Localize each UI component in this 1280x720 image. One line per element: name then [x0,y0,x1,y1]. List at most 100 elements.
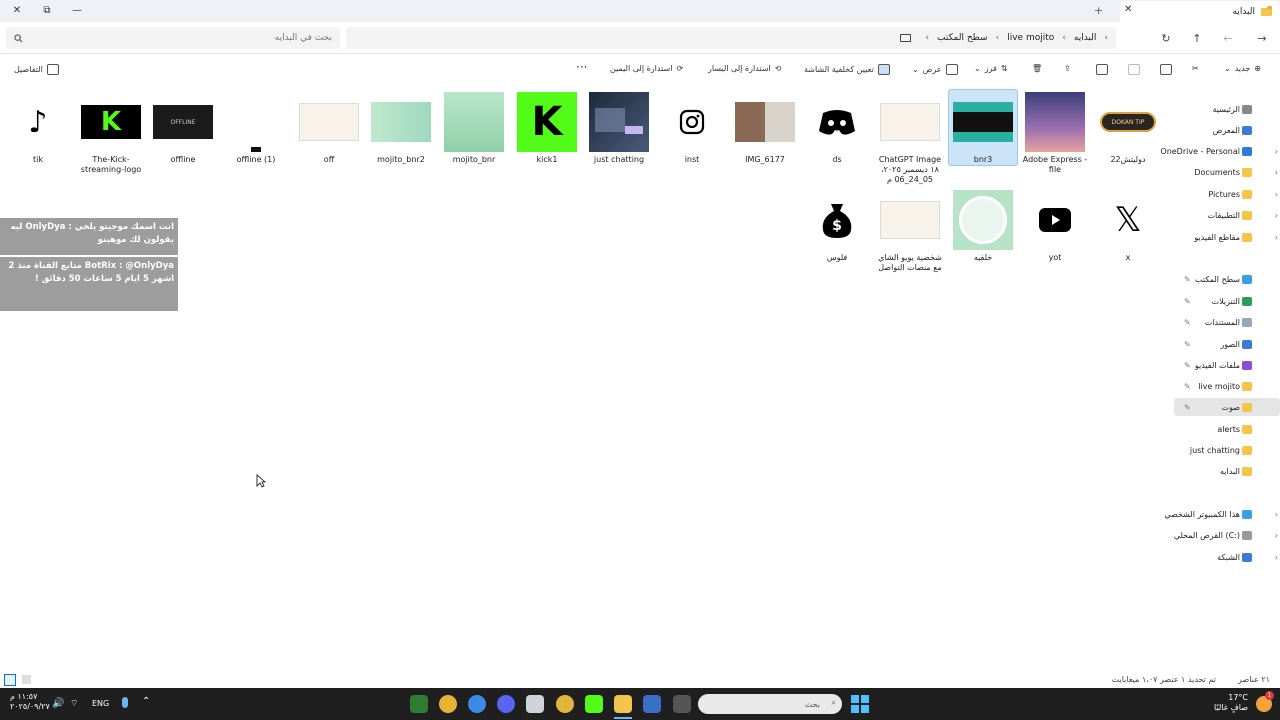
file-item[interactable]: IMG_6177 [730,92,800,165]
file-item[interactable]: 𝕏 x [1093,190,1163,263]
rotate-left-button[interactable]: استدارة إلى اليسار ⟲ [708,64,781,73]
file-item[interactable]: inst [657,92,727,165]
sidebar-item[interactable]: البدايه [1174,462,1280,480]
chevron-up-icon[interactable]: ⌃ [142,696,150,707]
sidebar-item[interactable]: الشبكة › [1174,548,1280,566]
back-button[interactable]: → [1250,28,1274,48]
delete-button[interactable]: 🗑 [1032,64,1042,73]
language-indicator[interactable]: ENG [92,699,109,708]
weather-widget[interactable]: 17°C صافٍ غالبًا [1214,693,1248,713]
chevron-right-icon[interactable]: › [1275,233,1278,242]
chrome-alt-icon[interactable] [556,695,574,713]
start-icon[interactable] [851,695,869,713]
chrome-icon[interactable] [439,695,457,713]
file-item[interactable]: Adobe Express - file [1020,92,1090,175]
tab-home[interactable]: البدايه [1120,1,1280,22]
sidebar-item[interactable]: التنزيلات ✎ [1174,292,1280,310]
file-item[interactable]: off [294,92,364,165]
kick-app-icon[interactable] [585,695,603,713]
up-button[interactable]: ↑ [1185,28,1209,48]
sidebar-item[interactable]: مقاطع الفيديو › [1174,228,1280,246]
new-button[interactable]: ⌄ جديد ⊕ [1224,64,1261,73]
file-item[interactable]: OFFLINE offline [148,92,218,165]
sidebar-item[interactable]: OneDrive - Personal › [1160,142,1280,160]
taskbar-search-input[interactable]: بحث [805,700,820,709]
chrome-profile-icon[interactable] [468,695,486,713]
speaker-icon[interactable]: 🔊 [52,698,64,709]
sidebar-item[interactable]: التطبيقات › [1174,206,1280,224]
sort-button[interactable]: ⌄ فرز ⇅ [974,64,1008,73]
sidebar-item[interactable]: هذا الكمبيوتر الشخصي › [1164,505,1280,523]
file-item[interactable]: ♪ tik [3,92,73,165]
restore-window-button[interactable]: ⧉ [32,0,62,20]
chevron-right-icon[interactable]: › [1275,147,1278,156]
xbox-icon[interactable] [410,695,428,713]
clock[interactable]: ١١:٥٧ م ٢٠٢٥/٠٩/٢٧ [10,692,50,712]
file-item[interactable]: $ فلوس [802,190,872,263]
taskbar-search[interactable]: بحث ⌕ [698,694,842,714]
breadcrumb-current[interactable]: البدايه [1074,33,1097,43]
file-explorer-icon[interactable] [614,695,632,713]
file-item[interactable]: شخصية يويو الشاي مع منصات التواصل [875,190,945,273]
sidebar-item[interactable]: المعرض [1174,121,1280,139]
sidebar-item[interactable]: صوت ✎ [1174,398,1280,416]
chevron-right-icon[interactable]: › [1275,510,1278,519]
minimize-window-button[interactable]: — [62,0,92,20]
sidebar-item[interactable]: live mojito ✎ [1174,377,1280,395]
file-item[interactable]: DOKAN TIP 22دوليتش [1093,92,1163,165]
file-item[interactable]: خلفيه [948,190,1018,263]
file-item[interactable]: offline (1) [221,92,291,165]
store-icon[interactable] [643,695,661,713]
sidebar-item[interactable]: alerts [1174,420,1280,438]
breadcrumb-desktop[interactable]: سطح المكتب [937,33,988,43]
sidebar-item[interactable]: الرئيسية [1174,100,1280,118]
sidebar-item[interactable]: just chatting [1174,441,1280,459]
chevron-right-icon[interactable]: › [1275,168,1278,177]
paste-button[interactable] [1128,64,1140,75]
new-tab-button[interactable]: + [1094,4,1103,17]
discord-app-icon[interactable] [497,695,515,713]
sidebar-item[interactable]: القرص المحلي (C:) › [1174,526,1280,544]
set-wallpaper-button[interactable]: تعيين كخلفية الشاشة [804,64,890,75]
breadcrumb-live-mojito[interactable]: live mojito [1007,33,1054,43]
close-window-button[interactable]: ✕ [2,0,32,20]
file-item[interactable]: just chatting [584,92,654,165]
address-bar[interactable]: › البدايه › live mojito › سطح المكتب › [346,27,1116,49]
sidebar-item[interactable]: Documents › [1174,163,1280,181]
file-item[interactable]: mojito_bnr [439,92,509,165]
chevron-right-icon[interactable]: › [1275,211,1278,220]
copy-button[interactable] [1160,64,1172,75]
file-item[interactable]: K The-Kick-streaming-logo [76,92,146,175]
details-view-toggle[interactable] [4,674,16,686]
view-button[interactable]: ⌄ عرض [912,64,958,75]
wifi-icon[interactable]: ⌔ [70,698,78,709]
rename-button[interactable] [1096,64,1108,75]
chevron-right-icon[interactable]: › [1275,531,1278,540]
sidebar-item[interactable]: المستندات ✎ [1174,313,1280,331]
chevron-right-icon[interactable]: › [1275,190,1278,199]
sidebar-item[interactable]: الصور ✎ [1174,335,1280,353]
search-input[interactable]: بحث في البدايه [275,33,332,43]
file-item[interactable]: mojito_bnr2 [366,92,436,165]
file-item[interactable]: ChatGPT Image ١٨ ديسمبر ٢٠٢٥، 05_24_06 م [875,92,945,185]
pen-app-icon[interactable] [526,695,544,713]
share-button[interactable]: ⇪ [1064,64,1071,73]
rotate-right-button[interactable]: استدارة إلى اليمين ⟳ [610,64,683,73]
forward-button[interactable]: ← [1216,28,1240,48]
file-item[interactable]: K kick1 [512,92,582,165]
sidebar-item[interactable]: سطح المكتب ✎ [1174,270,1280,288]
search-box[interactable]: بحث في البدايه [6,27,340,49]
task-view-icon[interactable] [673,695,691,713]
tiles-view-toggle[interactable] [22,675,31,684]
sidebar-item[interactable]: ملفات الفيديو ✎ [1174,356,1280,374]
details-button[interactable]: التفاصيل [14,64,59,75]
sidebar-item[interactable]: Pictures › [1174,185,1280,203]
cut-button[interactable]: ✂ [1192,64,1199,73]
refresh-button[interactable]: ↻ [1154,28,1178,48]
more-button[interactable]: ··· [576,60,587,74]
file-item[interactable]: ds [802,92,872,165]
microphone-icon[interactable] [122,697,128,708]
file-item[interactable]: yot [1020,190,1090,263]
chevron-right-icon[interactable]: › [1275,553,1278,562]
tab-close-button[interactable]: ✕ [1124,4,1132,15]
